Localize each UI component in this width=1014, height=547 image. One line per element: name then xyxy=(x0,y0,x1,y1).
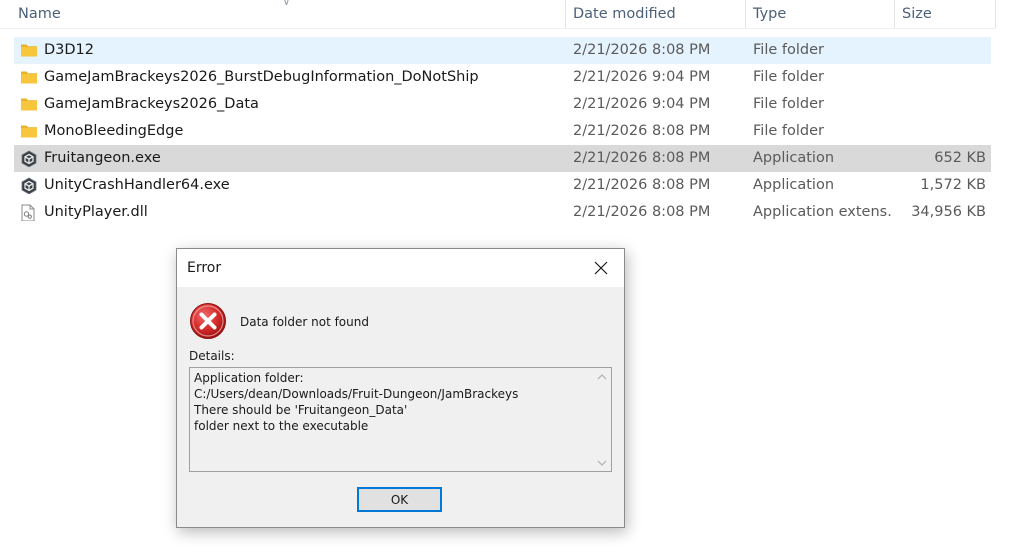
dll-file-icon xyxy=(20,204,40,221)
file-size xyxy=(894,91,986,118)
details-line: Application folder: xyxy=(194,371,304,385)
details-textbox[interactable]: Application folder: C:/Users/dean/Downloa… xyxy=(189,367,612,472)
file-size xyxy=(894,64,986,91)
file-date-modified: 2/21/2026 8:08 PM xyxy=(573,42,711,58)
file-size: 652 KB xyxy=(934,150,986,166)
column-name-header[interactable]: Name xyxy=(12,0,566,28)
file-date-modified: 2/21/2026 9:04 PM xyxy=(573,69,711,85)
file-size: 34,956 KB xyxy=(911,204,986,220)
scroll-down-button[interactable] xyxy=(593,454,611,471)
folder-icon xyxy=(20,42,40,59)
folder-icon xyxy=(20,123,40,140)
file-name: GameJamBrackeys2026_BurstDebugInformatio… xyxy=(44,69,479,85)
close-icon xyxy=(594,261,608,275)
file-size xyxy=(894,37,986,64)
file-type: Application xyxy=(753,150,835,166)
dialog-titlebar: Error xyxy=(177,249,624,287)
file-name: UnityPlayer.dll xyxy=(44,204,148,220)
file-type: File folder xyxy=(753,96,824,112)
file-type: File folder xyxy=(753,42,824,58)
file-row[interactable]: Fruitangeon.exe 2/21/2026 8:08 PM Applicat… xyxy=(14,145,991,172)
file-size: 1,572 KB xyxy=(920,177,986,193)
error-dialog: Error Data folder not found Details: App… xyxy=(176,248,625,528)
details-line: C:/Users/dean/Downloads/Fruit-Dungeon/Ja… xyxy=(194,387,519,401)
file-date-modified: 2/21/2026 8:08 PM xyxy=(573,204,711,220)
scroll-up-button[interactable] xyxy=(593,368,611,385)
error-icon xyxy=(190,303,226,339)
file-date-modified: 2/21/2026 8:08 PM xyxy=(573,123,711,139)
column-header: ∨ Name Date modified Type Size xyxy=(0,0,996,29)
error-message: Data folder not found xyxy=(240,315,369,329)
details-text: Application folder: C:/Users/dean/Downloa… xyxy=(194,370,590,434)
ok-button[interactable]: OK xyxy=(357,487,442,512)
file-row[interactable]: UnityPlayer.dll 2/21/2026 8:08 PM Applicat… xyxy=(14,199,991,226)
unity-icon xyxy=(20,177,40,194)
close-button[interactable] xyxy=(578,249,624,287)
details-scrollbar[interactable] xyxy=(593,368,611,471)
column-type-header[interactable]: Type xyxy=(747,0,895,28)
details-line: There should be 'Fruitangeon_Data' xyxy=(194,403,408,417)
unity-icon xyxy=(20,150,40,167)
chevron-down-icon xyxy=(597,460,607,466)
file-name: Fruitangeon.exe xyxy=(44,150,161,166)
file-size xyxy=(894,118,986,145)
chevron-up-icon xyxy=(597,373,607,379)
column-date-header[interactable]: Date modified xyxy=(567,0,746,28)
column-size-header[interactable]: Size xyxy=(896,0,996,28)
file-type: File folder xyxy=(753,123,824,139)
file-type: File folder xyxy=(753,69,824,85)
file-row[interactable]: MonoBleedingEdge 2/21/2026 8:08 PM File fo… xyxy=(14,118,991,145)
file-row[interactable]: GameJamBrackeys2026_Data 2/21/2026 9:04 P… xyxy=(14,91,991,118)
file-type: Application xyxy=(753,177,835,193)
file-row[interactable]: D3D12 2/21/2026 8:08 PM File folder xyxy=(14,37,991,64)
file-type: Application extens... xyxy=(753,204,893,220)
file-date-modified: 2/21/2026 8:08 PM xyxy=(573,150,711,166)
folder-icon xyxy=(20,96,40,113)
file-date-modified: 2/21/2026 9:04 PM xyxy=(573,96,711,112)
file-name: UnityCrashHandler64.exe xyxy=(44,177,230,193)
file-row[interactable]: UnityCrashHandler64.exe 2/21/2026 8:08 PM… xyxy=(14,172,991,199)
file-date-modified: 2/21/2026 8:08 PM xyxy=(573,177,711,193)
details-line: folder next to the executable xyxy=(194,419,369,433)
file-name: MonoBleedingEdge xyxy=(44,123,184,139)
file-name: GameJamBrackeys2026_Data xyxy=(44,96,259,112)
folder-icon xyxy=(20,69,40,86)
file-explorer: ∨ Name Date modified Type Size D3D12 2/21… xyxy=(0,0,1014,547)
file-row[interactable]: GameJamBrackeys2026_BurstDebugInformatio… xyxy=(14,64,991,91)
file-name: D3D12 xyxy=(44,42,95,58)
details-label: Details: xyxy=(189,349,235,363)
dialog-title: Error xyxy=(187,260,222,276)
